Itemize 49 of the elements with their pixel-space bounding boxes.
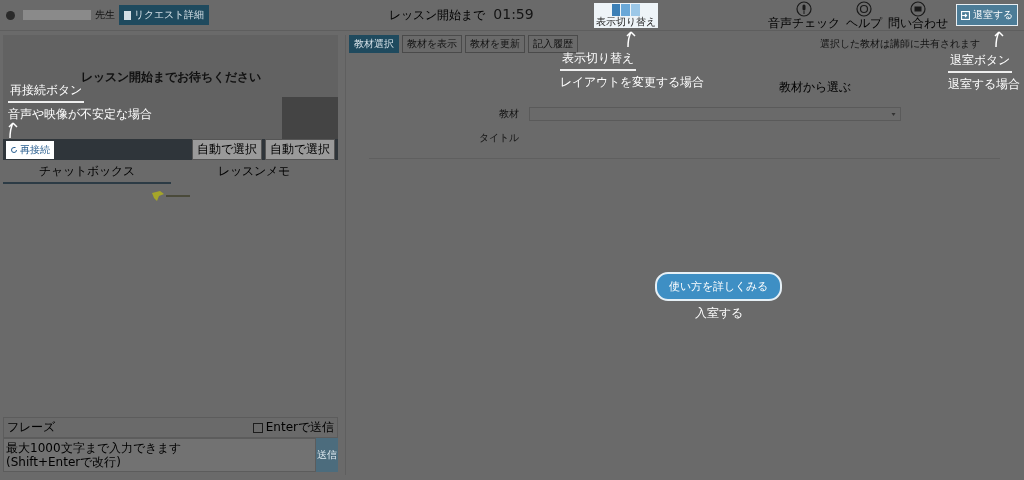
enter-to-send-checkbox[interactable]: Enterで送信 — [252, 419, 334, 436]
avatar-circle — [6, 10, 15, 20]
pointer-arrow-icon — [624, 30, 638, 48]
phrase-label: フレーズ — [7, 419, 55, 436]
exit-room-button[interactable]: 退室する — [956, 4, 1018, 26]
message-input-field[interactable]: 最大1000文字まで入力できます (Shift+Enterで改行) — [3, 438, 316, 472]
callout-text: レイアウトを変更する場合 — [560, 74, 704, 91]
enter-room-label: 入室する — [694, 305, 743, 322]
callout-text: 音声や映像が不安定な場合 — [8, 106, 152, 123]
caret-icon — [891, 112, 896, 116]
callout-title: 表示切り替え — [560, 50, 636, 71]
chat-tab[interactable]: レッスンメモ — [170, 160, 338, 184]
teacher-suffix: 先生 — [95, 8, 115, 22]
material-toolbar-button[interactable]: 記入履歴 — [528, 35, 578, 53]
refresh-icon — [10, 145, 18, 154]
toolbar-tool-button[interactable]: ヘルプ — [846, 0, 882, 30]
guide-button[interactable]: 使い方を詳しくみる — [655, 272, 782, 301]
chat-tab[interactable]: チャットボックス — [3, 160, 171, 184]
toolbar-tool-button[interactable]: 音声チェック — [768, 0, 840, 30]
field-label: タイトル — [479, 131, 519, 145]
device-select[interactable]: 自動で選択 — [192, 139, 262, 160]
share-note: 選択した教材は講師に共有されます — [820, 37, 980, 51]
layout-columns-icon — [612, 3, 640, 16]
device-select[interactable]: 自動で選択 — [265, 139, 335, 160]
countdown-label: レッスン開始まで — [389, 7, 486, 24]
pointer-arrow-icon — [992, 30, 1006, 48]
callout-title: 退室ボタン — [948, 52, 1012, 73]
request-details-button[interactable]: リクエスト詳細 — [119, 5, 209, 25]
blurred-name — [23, 10, 91, 20]
material-toolbar-button[interactable]: 教材を更新 — [465, 35, 525, 53]
callout-title: 再接続ボタン — [8, 82, 84, 103]
countdown-timer: 01:59 — [493, 6, 534, 22]
document-icon — [124, 10, 131, 20]
send-button[interactable]: 送信 — [316, 438, 338, 472]
material-select[interactable] — [529, 107, 901, 121]
reconnect-button[interactable]: 再接続 — [6, 140, 54, 159]
school-logo-icon — [149, 190, 192, 202]
exit-door-icon — [961, 10, 970, 20]
material-toolbar-button[interactable]: 教材を表示 — [402, 35, 462, 53]
toolbar-tool-button[interactable]: 問い合わせ — [888, 0, 948, 30]
self-camera-preview — [282, 97, 338, 139]
section-heading: 教材から選ぶ — [778, 79, 851, 96]
pointer-arrow-icon — [6, 121, 20, 139]
material-toolbar-button[interactable]: 教材選択 — [349, 35, 399, 53]
layout-switch-button[interactable]: 表示切り替え — [594, 2, 658, 28]
help-icon — [856, 0, 872, 17]
mail-icon — [910, 0, 926, 17]
field-label: 教材 — [499, 107, 519, 121]
callout-text: 退室する場合 — [948, 76, 1020, 93]
